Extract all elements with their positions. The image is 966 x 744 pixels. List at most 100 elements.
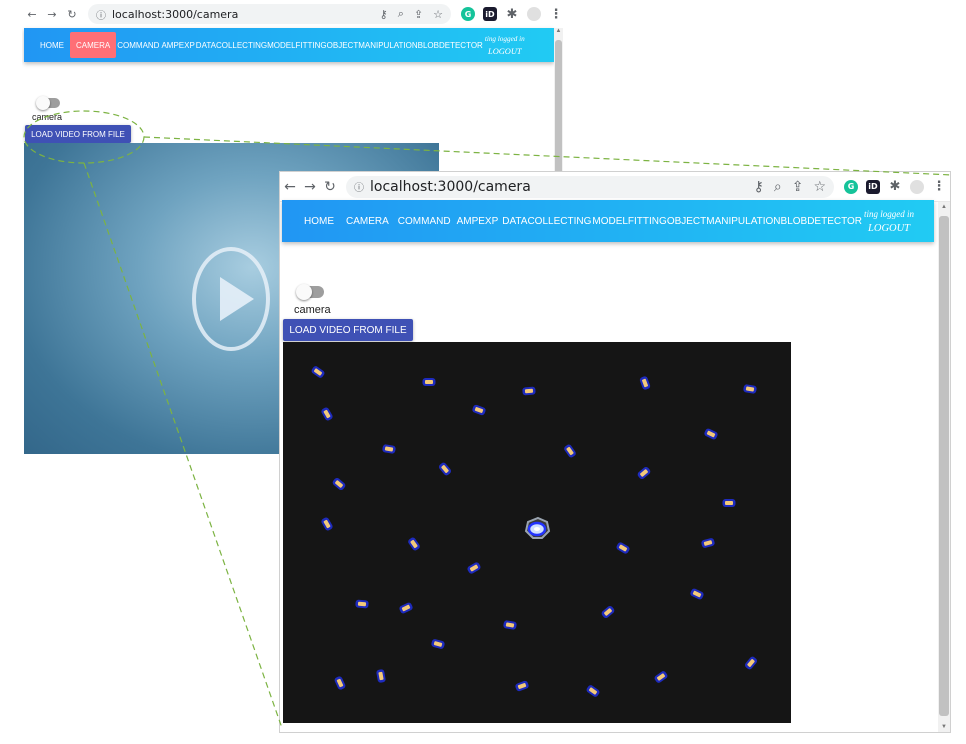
user-status: ting logged in LOGOUT <box>485 35 525 56</box>
detected-blob <box>722 499 736 507</box>
grammarly-extension-icon[interactable]: G <box>844 179 858 194</box>
id-extension-icon[interactable]: iD <box>866 179 880 194</box>
detected-blob <box>704 428 718 440</box>
scroll-down-icon[interactable]: ▼ <box>938 724 950 730</box>
browser-menu-icon[interactable]: ⋮ <box>932 179 946 194</box>
bookmark-star-icon[interactable]: ☆ <box>813 179 826 195</box>
scroll-up-icon[interactable]: ▲ <box>938 204 950 210</box>
scroll-up-icon[interactable]: ▲ <box>554 28 563 34</box>
id-extension-icon[interactable]: iD <box>483 7 497 21</box>
nav-command[interactable]: COMMAND <box>116 28 160 62</box>
camera-toggle-switch[interactable] <box>36 96 60 110</box>
profile-avatar-icon[interactable] <box>527 7 541 21</box>
url-text: localhost:3000/camera <box>370 178 531 195</box>
detected-blob <box>467 562 481 574</box>
key-icon[interactable]: ⚷ <box>380 8 388 21</box>
detected-blob <box>586 685 600 697</box>
detected-blob <box>515 680 529 692</box>
nav-modelfitting[interactable]: MODELFITTING <box>267 28 327 62</box>
play-triangle-icon <box>220 277 254 321</box>
detected-blob <box>376 669 386 683</box>
key-icon[interactable]: ⚷ <box>754 179 764 195</box>
nav-objectmanipulation[interactable]: OBJECTMANIPULATION <box>667 200 781 242</box>
detected-blob <box>332 477 346 491</box>
detected-blob <box>399 602 413 614</box>
nav-home[interactable]: HOME <box>298 200 340 242</box>
nav-command[interactable]: COMMAND <box>395 200 454 242</box>
logged-in-text: ting logged in <box>864 208 915 219</box>
nav-objectmanipulation[interactable]: OBJECTMANIPULATION <box>327 28 418 62</box>
share-icon[interactable]: ⇪ <box>792 179 804 195</box>
nav-modelfitting[interactable]: MODELFITTING <box>592 200 666 242</box>
back-arrow-icon[interactable]: ← <box>22 8 42 21</box>
profile-avatar-icon[interactable] <box>910 179 924 194</box>
detected-blob <box>382 444 396 454</box>
detected-blob <box>321 517 333 531</box>
page-scrollbar[interactable]: ▲ ▼ <box>938 202 950 732</box>
info-icon[interactable]: ⓘ <box>96 7 106 22</box>
nav-home[interactable]: HOME <box>34 28 70 62</box>
forward-arrow-icon[interactable]: → <box>42 8 62 21</box>
address-bar[interactable]: ⓘ localhost:3000/camera ⚷ ⌕ ⇪ ☆ <box>346 175 834 198</box>
extensions-puzzle-icon[interactable]: ✱ <box>505 7 519 22</box>
center-marker <box>524 516 551 539</box>
logout-link[interactable]: LOGOUT <box>488 47 522 56</box>
app-navbar: HOME CAMERA COMMAND AMPEXP DATACOLLECTIN… <box>24 28 554 62</box>
address-bar[interactable]: ⓘ localhost:3000/camera ⚷ ⌕ ⇪ ☆ <box>88 4 451 24</box>
load-video-button[interactable]: LOAD VIDEO FROM FILE <box>25 125 131 143</box>
detected-blob <box>616 542 630 554</box>
detected-blob <box>472 404 486 416</box>
camera-label: camera <box>294 304 331 316</box>
detected-blob <box>601 605 615 619</box>
reload-icon[interactable]: ↻ <box>320 179 340 195</box>
app-navbar: HOME CAMERA COMMAND AMPEXP DATACOLLECTIN… <box>282 200 934 242</box>
camera-video-frame[interactable] <box>283 342 791 723</box>
bookmark-star-icon[interactable]: ☆ <box>433 8 443 21</box>
detected-blob <box>408 537 420 551</box>
foreground-browser-window: ← → ↻ ⓘ localhost:3000/camera ⚷ ⌕ ⇪ ☆ G … <box>280 172 950 732</box>
camera-label: camera <box>32 112 63 122</box>
detected-blob <box>311 366 325 378</box>
extensions-puzzle-icon[interactable]: ✱ <box>888 179 902 194</box>
share-icon[interactable]: ⇪ <box>414 8 423 21</box>
detected-blob <box>690 588 704 600</box>
info-icon[interactable]: ⓘ <box>354 179 364 194</box>
logged-in-text: ting logged in <box>484 34 525 43</box>
nav-camera[interactable]: CAMERA <box>340 200 395 242</box>
nav-datacollecting[interactable]: DATACOLLECTING <box>196 28 267 62</box>
nav-ampexp[interactable]: AMPEXP <box>454 200 502 242</box>
nav-ampexp[interactable]: AMPEXP <box>160 28 195 62</box>
forward-arrow-icon[interactable]: → <box>300 179 320 195</box>
user-status: ting logged in LOGOUT <box>864 209 914 234</box>
nav-camera[interactable]: CAMERA <box>70 32 117 58</box>
camera-toggle-switch[interactable] <box>296 284 324 300</box>
logout-link[interactable]: LOGOUT <box>868 223 910 234</box>
zoom-icon[interactable]: ⌕ <box>398 7 404 21</box>
browser-toolbar: ← → ↻ ⓘ localhost:3000/camera ⚷ ⌕ ⇪ ☆ G … <box>280 172 950 202</box>
detected-blob <box>564 444 576 458</box>
detected-blob <box>438 462 452 476</box>
browser-menu-icon[interactable]: ⋮ <box>549 7 563 22</box>
back-arrow-icon[interactable]: ← <box>280 179 300 195</box>
detected-blob <box>321 407 333 421</box>
zoom-icon[interactable]: ⌕ <box>774 179 782 195</box>
detected-blob <box>431 639 445 649</box>
detected-blob <box>654 671 668 683</box>
detected-blob <box>701 538 715 548</box>
detected-blob <box>639 376 651 390</box>
nav-datacollecting[interactable]: DATACOLLECTING <box>501 200 592 242</box>
detected-blob <box>744 656 758 670</box>
browser-toolbar: ← → ↻ ⓘ localhost:3000/camera ⚷ ⌕ ⇪ ☆ G … <box>22 0 567 28</box>
scrollbar-thumb[interactable] <box>939 216 949 716</box>
detected-blob <box>637 466 651 480</box>
blob-overlay <box>311 366 758 697</box>
detected-blob <box>503 620 517 630</box>
nav-blobdetector[interactable]: BLOBDETECTOR <box>781 200 863 242</box>
nav-blobdetector[interactable]: BLOBDETECTOR <box>418 28 483 62</box>
load-video-button[interactable]: LOAD VIDEO FROM FILE <box>283 319 413 341</box>
detected-blob <box>743 384 757 394</box>
grammarly-extension-icon[interactable]: G <box>461 7 475 21</box>
reload-icon[interactable]: ↻ <box>62 8 82 21</box>
url-text: localhost:3000/camera <box>112 7 239 21</box>
detected-blob <box>422 378 436 386</box>
